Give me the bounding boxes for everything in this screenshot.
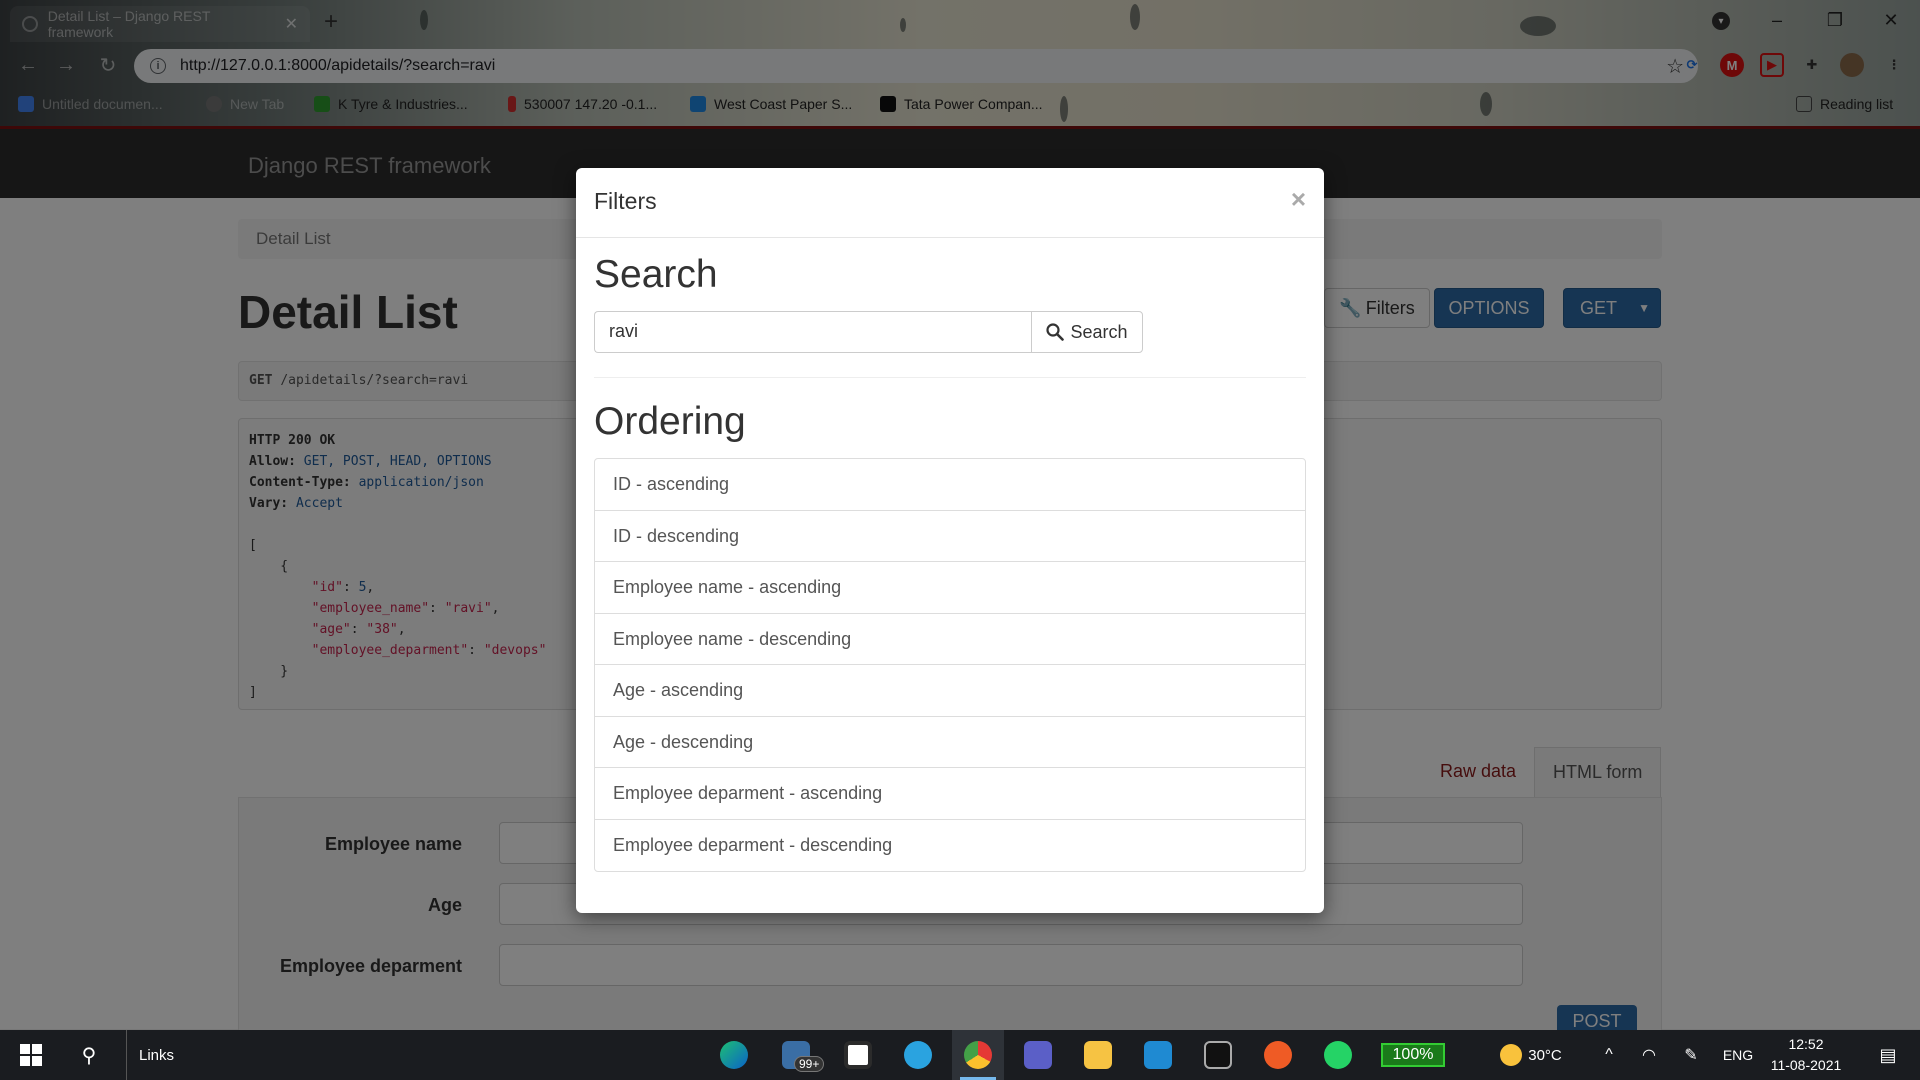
ordering-item-dept-asc[interactable]: Employee deparment - ascending [595, 768, 1305, 820]
postman-icon[interactable] [1252, 1030, 1304, 1080]
windows-logo-icon [20, 1044, 42, 1066]
mail-app-button[interactable]: 99+ [770, 1030, 825, 1080]
search-button-label: Search [1070, 321, 1128, 342]
search-button[interactable]: Search [1031, 311, 1143, 353]
telegram-icon[interactable] [892, 1030, 944, 1080]
tray-chevron-up-icon[interactable]: ^ [1594, 1030, 1624, 1080]
store-icon[interactable] [832, 1030, 884, 1080]
search-input[interactable]: ravi [594, 311, 1031, 353]
filters-modal: Filters × Search ravi Search Ordering ID… [576, 168, 1324, 913]
mail-badge: 99+ [794, 1056, 825, 1072]
language-label: ENG [1722, 1047, 1754, 1063]
notifications-icon[interactable]: ▤ [1864, 1030, 1912, 1080]
modal-header: Filters × [576, 168, 1324, 238]
terminal-icon[interactable] [1192, 1030, 1244, 1080]
links-label: Links [138, 1046, 175, 1064]
chrome-icon[interactable] [952, 1030, 1004, 1080]
divider [594, 377, 1306, 378]
whatsapp-icon[interactable] [1312, 1030, 1364, 1080]
taskbar-search-icon[interactable]: ⚲ [66, 1030, 112, 1080]
clock[interactable]: 12:52 11-08-2021 [1764, 1034, 1848, 1076]
file-explorer-icon[interactable] [1072, 1030, 1124, 1080]
start-button[interactable] [8, 1030, 54, 1080]
windows-taskbar: ⚲ Links 99+ 100% 30°C ^ ◠ ✎ ENG 12:52 11… [0, 1030, 1920, 1080]
ordering-heading: Ordering [594, 400, 746, 443]
pen-icon[interactable]: ✎ [1676, 1030, 1706, 1080]
clock-time: 12:52 [1788, 1036, 1824, 1052]
wifi-icon[interactable]: ◠ [1634, 1030, 1664, 1080]
weather-sun-icon [1500, 1044, 1523, 1066]
battery-widget[interactable]: 100% [1378, 1030, 1448, 1080]
edge-icon[interactable] [708, 1030, 760, 1080]
ordering-item-id-asc[interactable]: ID - ascending [595, 459, 1305, 511]
teams-icon[interactable] [1012, 1030, 1064, 1080]
modal-title: Filters [594, 188, 657, 214]
temperature: 30°C [1528, 1046, 1562, 1064]
ordering-item-name-asc[interactable]: Employee name - ascending [595, 562, 1305, 614]
ordering-item-dept-desc[interactable]: Employee deparment - descending [595, 820, 1305, 872]
ordering-item-age-asc[interactable]: Age - ascending [595, 665, 1305, 717]
weather-widget[interactable]: 30°C [1490, 1030, 1572, 1080]
ordering-item-name-desc[interactable]: Employee name - descending [595, 614, 1305, 665]
search-heading: Search [594, 253, 718, 296]
battery-level: 100% [1381, 1043, 1445, 1067]
links-toolbar[interactable]: Links [126, 1030, 186, 1080]
vscode-icon[interactable] [1132, 1030, 1184, 1080]
clock-date: 11-08-2021 [1770, 1057, 1842, 1073]
search-icon [1046, 323, 1065, 341]
ordering-item-age-desc[interactable]: Age - descending [595, 717, 1305, 768]
language-indicator[interactable]: ENG [1718, 1030, 1758, 1080]
ordering-item-id-desc[interactable]: ID - descending [595, 511, 1305, 562]
ordering-list: ID - ascending ID - descending Employee … [594, 458, 1306, 872]
close-icon[interactable]: × [1291, 184, 1306, 215]
